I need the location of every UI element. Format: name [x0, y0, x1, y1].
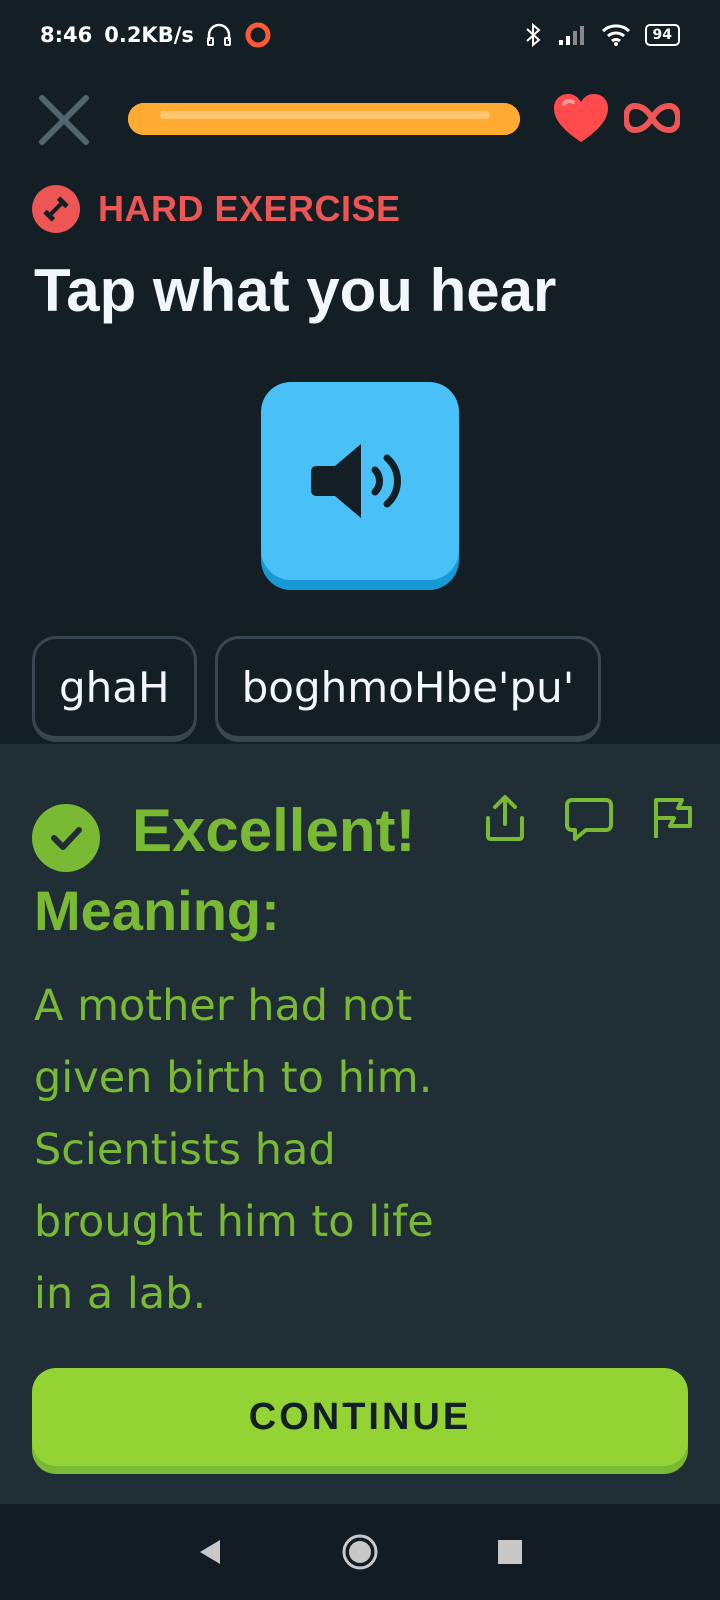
word-chip[interactable]: ghaH	[32, 636, 197, 742]
heart-icon[interactable]	[552, 92, 610, 146]
recents-icon[interactable]	[490, 1532, 530, 1572]
exercise-tag-label: HARD EXERCISE	[98, 188, 401, 229]
meaning-line: Scientists had	[34, 1125, 336, 1175]
bluetooth-icon	[525, 22, 541, 48]
lesson-header	[0, 84, 720, 154]
hard-exercise-tag: HARD EXERCISE	[32, 184, 401, 234]
meaning-line: given birth to him.	[34, 1053, 433, 1103]
battery-indicator: 94	[644, 24, 680, 46]
network-speed: 0.2KB/s	[104, 23, 194, 47]
headphones-icon	[206, 23, 231, 46]
record-icon	[245, 22, 271, 48]
back-icon[interactable]	[190, 1532, 230, 1572]
infinity-icon	[624, 102, 680, 134]
system-nav-bar	[0, 1504, 720, 1600]
report-flag-icon[interactable]	[646, 792, 700, 846]
wifi-icon	[601, 24, 630, 46]
progress-shine	[160, 111, 490, 119]
meaning-line: brought him to life	[34, 1197, 434, 1247]
meaning-line: in a lab.	[34, 1269, 207, 1319]
share-icon[interactable]	[478, 792, 532, 846]
home-icon[interactable]	[340, 1532, 380, 1572]
meaning-text: A mother had not given birth to him. Sci…	[34, 970, 464, 1330]
meaning-line: A mother had not	[34, 981, 413, 1031]
comment-icon[interactable]	[562, 792, 616, 846]
exercise-title: Tap what you hear	[34, 257, 557, 324]
signal-icon	[558, 26, 584, 45]
close-icon[interactable]	[36, 92, 92, 148]
meaning-label: Meaning:	[34, 879, 280, 942]
status-bar: 8:46 0.2KB/s 94	[0, 0, 720, 70]
checkmark-icon	[32, 804, 100, 872]
progress-fill	[128, 103, 520, 135]
feedback-panel: Excellent! Meaning: A mother had not giv…	[0, 744, 720, 1504]
feedback-actions	[478, 792, 700, 846]
speaker-icon	[311, 444, 401, 518]
answer-word-bank: ghaH boghmoHbe'pu'	[32, 636, 602, 742]
word-chip[interactable]: boghmoHbe'pu'	[214, 636, 602, 742]
feedback-heading: Excellent!	[132, 797, 416, 864]
lesson-progress-bar	[128, 103, 520, 135]
clock: 8:46	[40, 23, 93, 47]
play-audio-button[interactable]	[261, 382, 459, 580]
dumbbell-icon	[32, 185, 80, 233]
continue-button[interactable]: CONTINUE	[32, 1368, 688, 1466]
